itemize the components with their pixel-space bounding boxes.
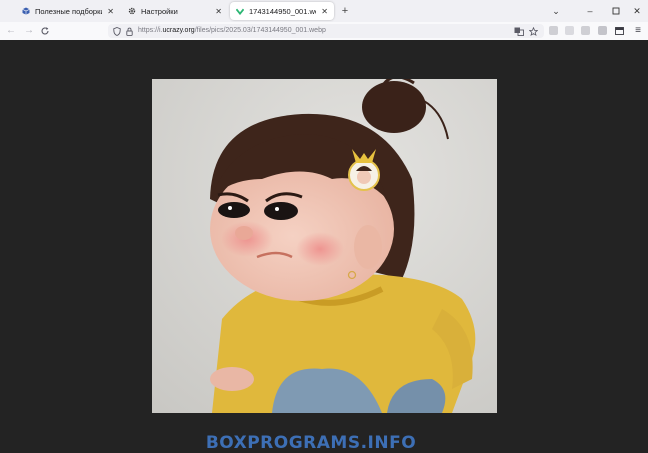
- url-path: /files/pics/2025.03/1743144950_001.webp: [194, 27, 326, 34]
- lock-icon[interactable]: [124, 26, 134, 36]
- url-prefix: https://i.: [138, 27, 163, 34]
- close-icon[interactable]: ✕: [107, 7, 114, 16]
- watermark-text: BOXPROGRAMS.INFO: [205, 433, 417, 453]
- address-bar[interactable]: https://i.ucrazy.org/files/pics/2025.03/…: [108, 24, 544, 38]
- url-text[interactable]: https://i.ucrazy.org/files/pics/2025.03/…: [138, 24, 326, 38]
- tab-settings[interactable]: Настройки ✕: [122, 2, 228, 20]
- new-tab-button[interactable]: +: [338, 3, 352, 19]
- hamburger-menu-icon[interactable]: ≡: [632, 25, 644, 37]
- tab-bar: Полезные подборки скачать б ✕ Настройки …: [0, 0, 648, 22]
- minimize-icon[interactable]: –: [583, 3, 597, 19]
- extension-icon[interactable]: [565, 26, 574, 35]
- tab-label: Настройки: [141, 6, 178, 16]
- tab-useful-collections[interactable]: Полезные подборки скачать б ✕: [16, 2, 120, 20]
- navigation-bar: ← → https://i.ucrazy.org/files/pics/2025…: [0, 22, 648, 40]
- url-domain: ucrazy.org: [162, 27, 195, 34]
- back-arrow-icon[interactable]: ←: [5, 25, 17, 37]
- close-icon[interactable]: ✕: [321, 7, 328, 16]
- star-bookmark-icon[interactable]: [528, 26, 538, 36]
- gear-icon: [128, 7, 136, 15]
- close-window-icon[interactable]: ✕: [630, 3, 644, 19]
- forward-arrow-icon[interactable]: →: [23, 25, 35, 37]
- extension-icon[interactable]: [581, 26, 590, 35]
- shield-icon[interactable]: [112, 26, 122, 36]
- close-icon[interactable]: ✕: [215, 7, 222, 16]
- displayed-image[interactable]: [152, 79, 497, 413]
- translate-icon[interactable]: [514, 26, 524, 36]
- sidebar-icon[interactable]: [614, 26, 624, 36]
- extension-icon[interactable]: [549, 26, 558, 35]
- tab-label: 1743144950_001.webp (Изобр: [249, 6, 316, 16]
- tab-list-chevron-icon[interactable]: ⌄: [549, 3, 563, 19]
- tab-image[interactable]: 1743144950_001.webp (Изобр ✕: [230, 2, 334, 20]
- tab-label: Полезные подборки скачать б: [35, 6, 103, 16]
- cube-icon: [22, 7, 30, 15]
- ucrazy-icon: [236, 7, 244, 15]
- maximize-icon[interactable]: [609, 3, 623, 19]
- extension-icon[interactable]: [598, 26, 607, 35]
- reload-icon[interactable]: [39, 25, 51, 37]
